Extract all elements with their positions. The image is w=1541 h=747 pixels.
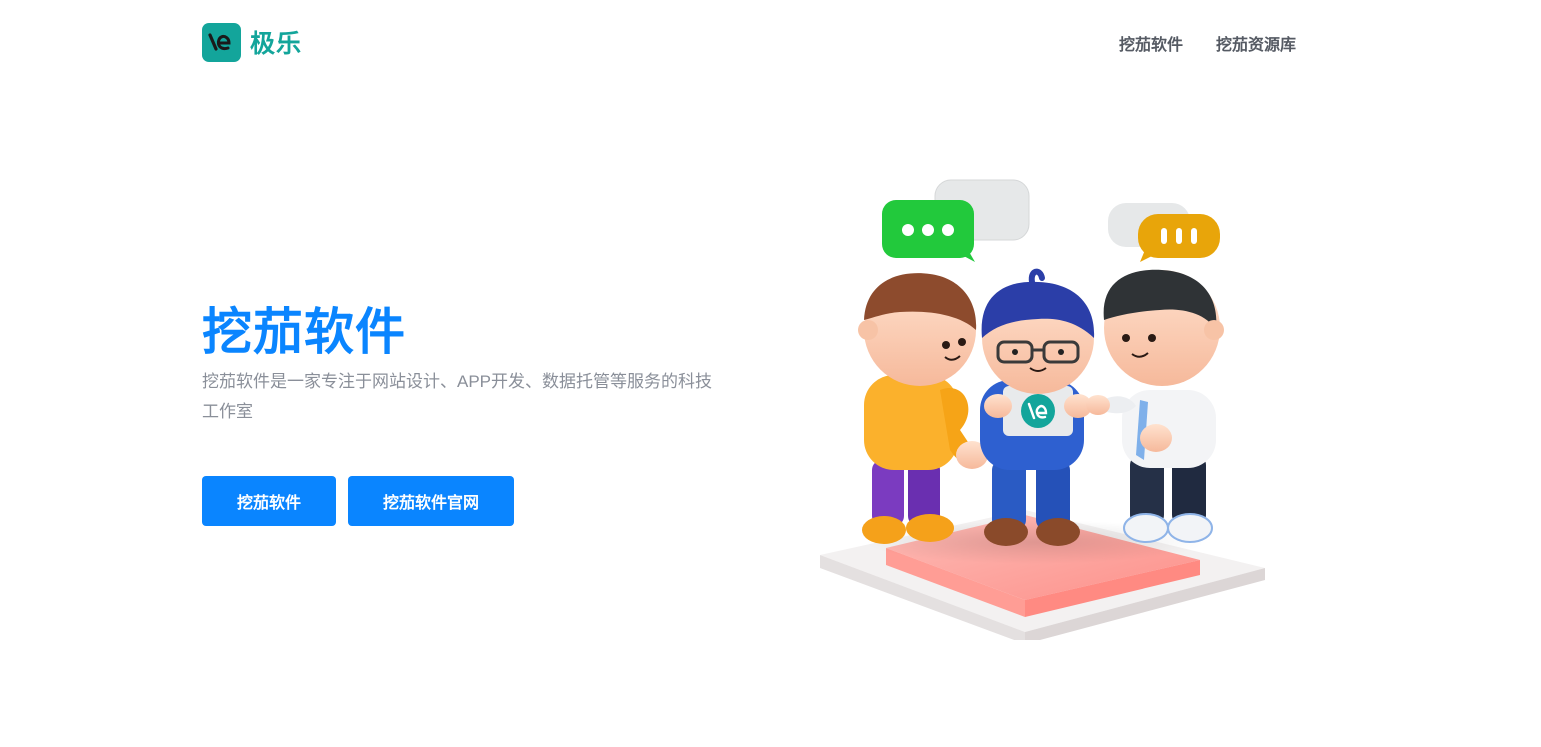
- character-middle: [980, 268, 1095, 546]
- top-nav: 挖茄软件 挖茄资源库: [1119, 31, 1296, 55]
- chat-bubbles: [882, 179, 1220, 262]
- hero-description: 挖茄软件是一家专注于网站设计、APP开发、数据托管等服务的科技工作室: [202, 372, 713, 421]
- nav-link-software[interactable]: 挖茄软件: [1119, 31, 1183, 55]
- team-collaboration-illustration: [800, 170, 1280, 644]
- brand-link[interactable]: 极乐: [202, 22, 303, 62]
- character-left: [858, 273, 988, 544]
- official-site-button[interactable]: 挖茄软件官网: [348, 476, 514, 526]
- page: 极乐 挖茄软件 挖茄资源库 挖茄软件 挖茄软件是一家专注于网站设计、APP开发、…: [0, 0, 1541, 747]
- hero-title: 挖茄软件: [202, 304, 406, 360]
- software-button[interactable]: 挖茄软件: [202, 476, 336, 526]
- hero-button-row: 挖茄软件 挖茄软件官网: [202, 476, 514, 526]
- le-logo-icon: [202, 22, 241, 62]
- brand-name: 极乐: [250, 30, 303, 58]
- nav-link-resources[interactable]: 挖茄资源库: [1216, 31, 1296, 55]
- site-header: 极乐 挖茄软件 挖茄资源库: [202, 22, 1296, 62]
- character-right: [1086, 269, 1224, 543]
